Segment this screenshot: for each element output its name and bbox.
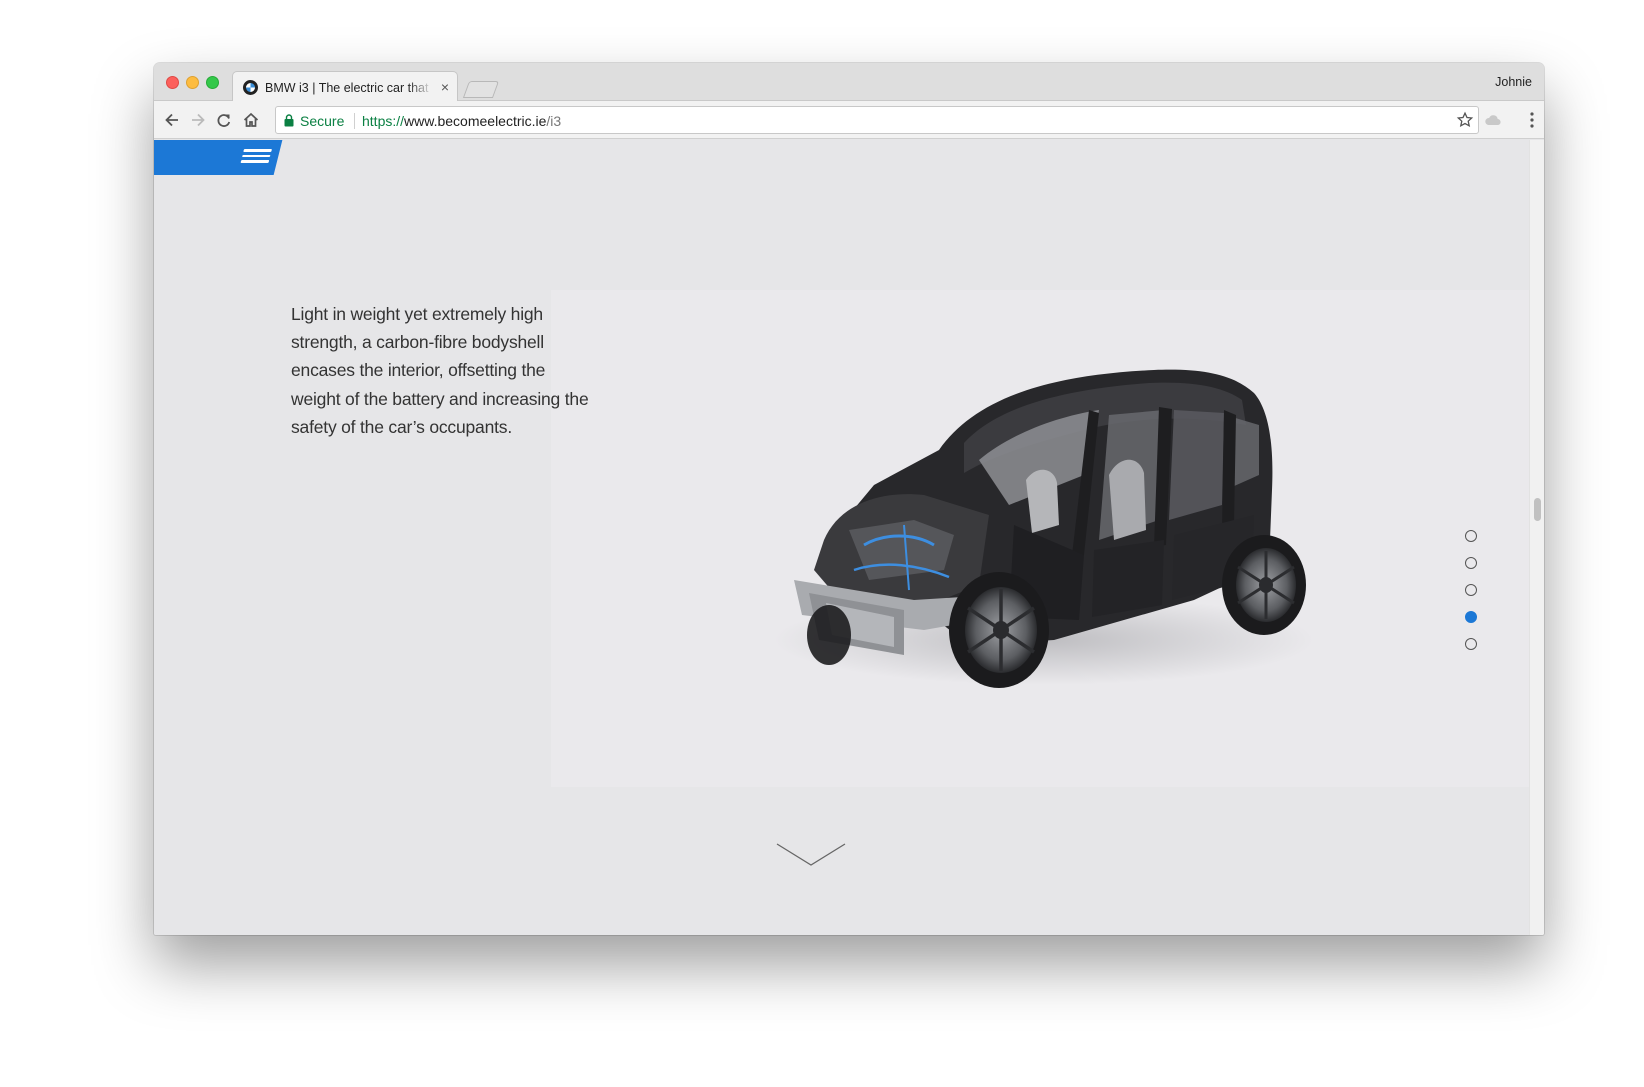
profile-name[interactable]: Johnie <box>1495 75 1532 89</box>
back-arrow-icon[interactable] <box>162 110 182 130</box>
address-bar[interactable]: Secure https://www.becomeelectric.ie/i3 <box>275 106 1479 134</box>
page-viewport: Light in weight yet extremely high stren… <box>154 140 1529 935</box>
browser-menu-icon[interactable] <box>1530 111 1534 129</box>
browser-window: BMW i3 | The electric car that is × John… <box>154 63 1544 935</box>
bmw-logo-icon <box>243 80 258 95</box>
secure-label: Secure <box>300 113 345 129</box>
url-path: /i3 <box>546 113 562 129</box>
home-icon[interactable] <box>241 110 261 130</box>
minimize-window-button[interactable] <box>186 76 199 89</box>
star-icon[interactable] <box>1456 111 1474 129</box>
close-window-button[interactable] <box>166 76 179 89</box>
new-tab-button[interactable] <box>462 81 500 98</box>
pagination-dot-5[interactable] <box>1465 638 1477 650</box>
url-host: www.becomeelectric.ie <box>404 113 547 129</box>
reload-icon[interactable] <box>214 110 234 130</box>
zoom-window-button[interactable] <box>206 76 219 89</box>
feature-description: Light in weight yet extremely high stren… <box>291 304 589 437</box>
pagination-dot-1[interactable] <box>1465 530 1477 542</box>
title-bar: BMW i3 | The electric car that is × John… <box>154 63 1544 102</box>
url-text[interactable]: https://www.becomeelectric.ie/i3 <box>362 113 561 129</box>
page-scrollbar[interactable] <box>1529 140 1544 935</box>
chevron-down-icon[interactable] <box>771 840 851 870</box>
hamburger-icon[interactable] <box>240 149 272 165</box>
url-scheme: https:// <box>362 113 405 129</box>
forward-arrow-icon[interactable] <box>188 110 208 130</box>
pagination-dot-2[interactable] <box>1465 557 1477 569</box>
browser-toolbar: Secure https://www.becomeelectric.ie/i3 <box>154 101 1544 139</box>
omnibox-separator <box>354 113 355 129</box>
lock-icon <box>284 114 294 127</box>
section-pagination <box>1465 530 1479 665</box>
pagination-dot-3[interactable] <box>1465 584 1477 596</box>
pagination-dot-4[interactable] <box>1465 611 1477 623</box>
cloud-extension-icon[interactable] <box>1484 111 1502 129</box>
car-bodyshell-image <box>774 369 1314 688</box>
tab-close-icon[interactable]: × <box>441 79 449 95</box>
scrollbar-thumb[interactable] <box>1534 498 1541 521</box>
browser-tab[interactable]: BMW i3 | The electric car that is × <box>232 71 458 102</box>
tab-title: BMW i3 | The electric car that is <box>265 81 433 95</box>
